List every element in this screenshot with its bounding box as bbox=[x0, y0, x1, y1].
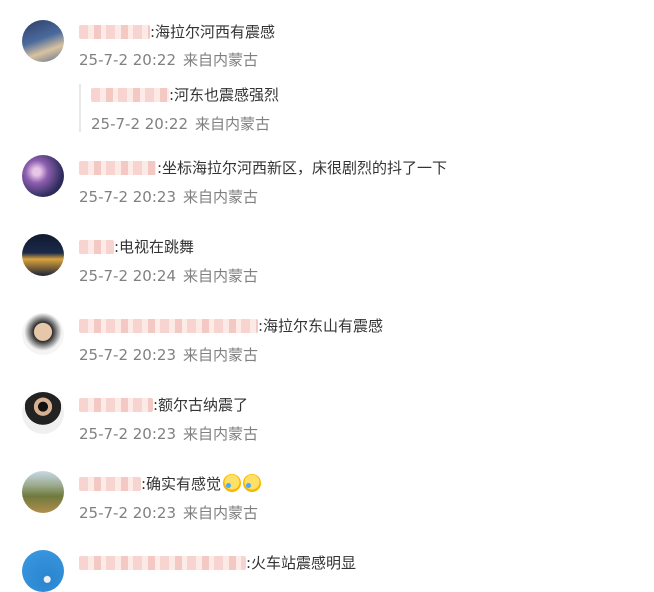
username-redacted[interactable] bbox=[79, 161, 156, 175]
comment-meta: 25-7-2 20:23 来自内蒙古 bbox=[79, 345, 258, 365]
comment-text: :额尔古纳震了 bbox=[153, 396, 249, 414]
comment-date: 25-7-2 20:22 bbox=[79, 51, 176, 69]
comment-item: :电视在跳舞 25-7-2 20:24 来自内蒙古 bbox=[0, 234, 654, 294]
avatar[interactable] bbox=[22, 155, 64, 197]
comment-location: 来自内蒙古 bbox=[183, 267, 259, 285]
comment-date: 25-7-2 20:23 bbox=[79, 425, 176, 443]
username-redacted[interactable] bbox=[79, 319, 258, 333]
comment-item: :坐标海拉尔河西新区，床很剧烈的抖了一下 25-7-2 20:23 来自内蒙古 bbox=[0, 155, 654, 215]
comment-text: :海拉尔河西有震感 bbox=[150, 23, 276, 41]
comment-location: 来自内蒙古 bbox=[183, 504, 259, 522]
comment-text: :海拉尔东山有震感 bbox=[258, 317, 384, 335]
comment-location: 来自内蒙古 bbox=[183, 346, 259, 364]
avatar[interactable] bbox=[22, 234, 64, 276]
comment-location: 来自内蒙古 bbox=[183, 51, 259, 69]
reply-location: 来自内蒙古 bbox=[195, 115, 271, 133]
username-redacted[interactable] bbox=[91, 88, 169, 102]
comment-item: :海拉尔河西有震感 25-7-2 20:22 来自内蒙古 :河东也震感强烈 25-… bbox=[0, 0, 654, 135]
comment-location: 来自内蒙古 bbox=[183, 425, 259, 443]
crying-laughing-icon bbox=[243, 474, 262, 492]
comment-item: :确实有感觉 25-7-2 20:23 来自内蒙古 bbox=[0, 471, 654, 531]
comment-item: :海拉尔东山有震感 25-7-2 20:23 来自内蒙古 bbox=[0, 313, 654, 373]
comment-text: :电视在跳舞 bbox=[114, 238, 195, 256]
comment-location: 来自内蒙古 bbox=[183, 188, 259, 206]
comment-item: :火车站震感明显 bbox=[0, 550, 654, 592]
comment-meta: 25-7-2 20:23 来自内蒙古 bbox=[79, 503, 258, 523]
comment-meta: 25-7-2 20:23 来自内蒙古 bbox=[79, 424, 258, 444]
reply-date: 25-7-2 20:22 bbox=[91, 115, 188, 133]
reply-meta: 25-7-2 20:22 来自内蒙古 bbox=[91, 114, 270, 134]
comment-date: 25-7-2 20:23 bbox=[79, 188, 176, 206]
comment-meta: 25-7-2 20:23 来自内蒙古 bbox=[79, 187, 258, 207]
username-redacted[interactable] bbox=[79, 477, 141, 491]
comment-text: :坐标海拉尔河西新区，床很剧烈的抖了一下 bbox=[157, 159, 448, 177]
avatar[interactable] bbox=[22, 392, 64, 434]
username-redacted[interactable] bbox=[79, 240, 114, 254]
username-redacted[interactable] bbox=[79, 398, 153, 412]
comment-date: 25-7-2 20:23 bbox=[79, 504, 176, 522]
avatar[interactable] bbox=[22, 550, 64, 592]
avatar[interactable] bbox=[22, 471, 64, 513]
comment-meta: 25-7-2 20:22 来自内蒙古 bbox=[79, 50, 258, 70]
avatar[interactable] bbox=[22, 313, 64, 355]
username-redacted[interactable] bbox=[79, 556, 246, 570]
reply-text: :河东也震感强烈 bbox=[169, 86, 280, 104]
reply-divider bbox=[79, 84, 81, 132]
comment-text: :确实有感觉 bbox=[141, 474, 262, 494]
comment-meta: 25-7-2 20:24 来自内蒙古 bbox=[79, 266, 258, 286]
comment-date: 25-7-2 20:24 bbox=[79, 267, 176, 285]
comment-item: :额尔古纳震了 25-7-2 20:23 来自内蒙古 bbox=[0, 392, 654, 452]
username-redacted[interactable] bbox=[79, 25, 150, 39]
avatar[interactable] bbox=[22, 20, 64, 62]
comment-text-content: :确实有感觉 bbox=[141, 475, 222, 493]
crying-laughing-icon bbox=[223, 474, 242, 492]
comment-date: 25-7-2 20:23 bbox=[79, 346, 176, 364]
comment-text: :火车站震感明显 bbox=[246, 554, 357, 572]
